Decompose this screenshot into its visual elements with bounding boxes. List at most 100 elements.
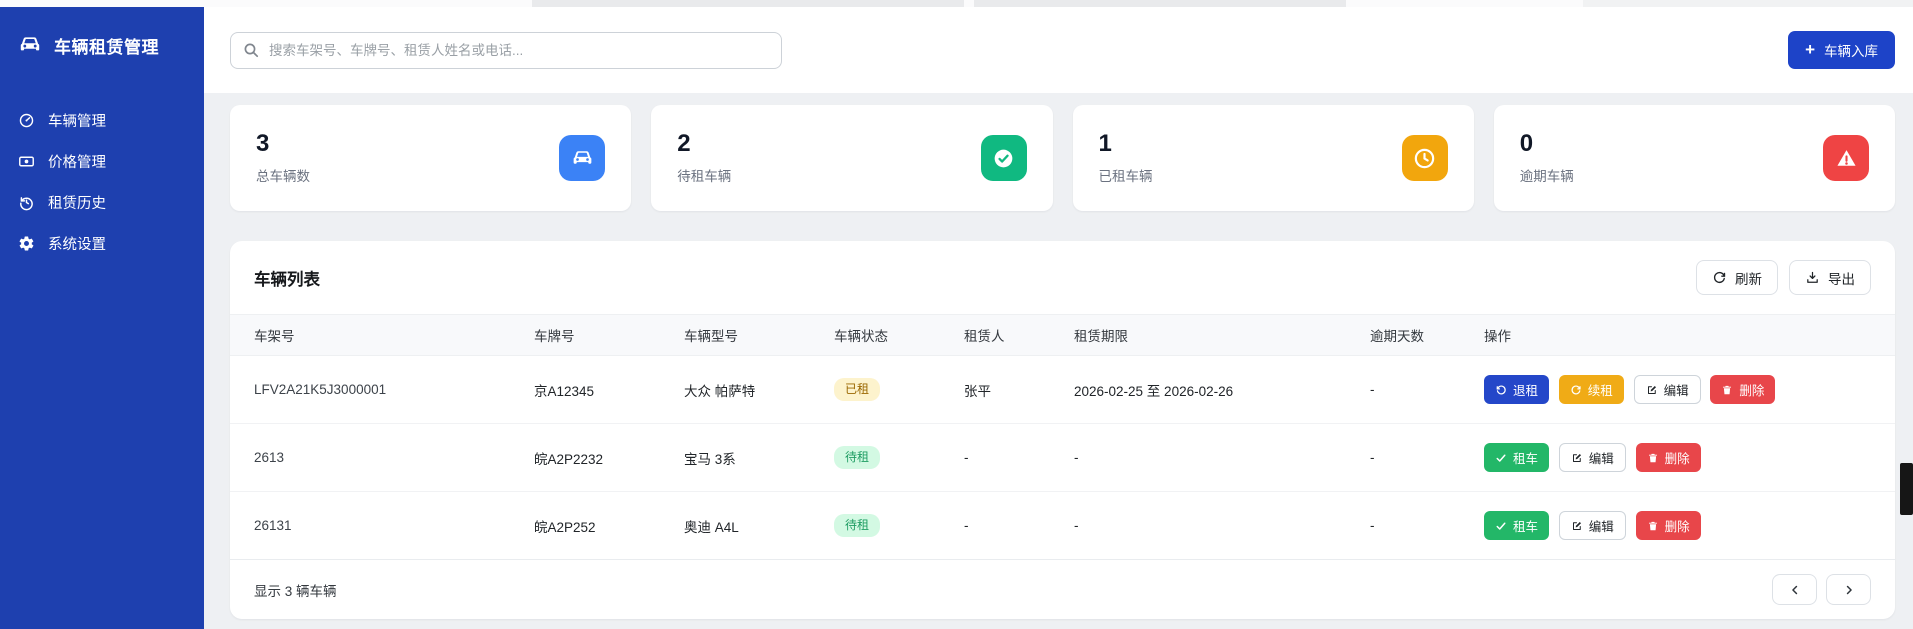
table-body: LFV2A21K5J3000001 京A12345 大众 帕萨特 已租 张平 2… (230, 356, 1895, 560)
status-badge: 待租 (834, 514, 880, 536)
rent-vehicle-button[interactable]: 租车 (1484, 443, 1549, 472)
edit-vehicle-button[interactable]: 编辑 (1559, 511, 1626, 540)
car-icon (17, 32, 43, 58)
top-bar: + 车辆入库 (204, 7, 1913, 93)
cell-vin: 2613 (230, 424, 534, 492)
status-badge: 已租 (834, 378, 880, 400)
col-renter: 租赁人 (964, 315, 1074, 356)
stat-card-total: 3 总车辆数 (230, 105, 631, 211)
cell-overdue: - (1370, 424, 1484, 492)
refresh-label: 刷新 (1735, 268, 1762, 288)
refresh-icon (1570, 384, 1582, 396)
prev-page-button[interactable] (1772, 574, 1817, 605)
app-title: 车辆租赁管理 (54, 33, 159, 58)
sidebar: 车辆租赁管理 车辆管理 价格管理 租赁历史 系统设置 (0, 7, 204, 629)
col-plate: 车牌号 (534, 315, 684, 356)
money-bill-icon (18, 153, 35, 170)
undo-icon (1495, 384, 1507, 396)
main-area: + 车辆入库 3 总车辆数 2 (204, 7, 1913, 629)
chrome-strip-segment (532, 0, 964, 7)
pagination (1772, 574, 1871, 605)
cell-period: 2026-02-25 至 2026-02-26 (1074, 356, 1370, 424)
sidebar-item-pricing[interactable]: 价格管理 (0, 141, 204, 182)
app-layout: 车辆租赁管理 车辆管理 价格管理 租赁历史 系统设置 (0, 7, 1913, 629)
list-header: 车辆列表 刷新 导出 (230, 241, 1895, 314)
browser-chrome-strip (0, 0, 1913, 7)
add-vehicle-button[interactable]: + 车辆入库 (1788, 31, 1895, 69)
cell-model: 大众 帕萨特 (684, 356, 834, 424)
stat-value: 3 (256, 131, 310, 157)
col-model: 车辆型号 (684, 315, 834, 356)
list-tools: 刷新 导出 (1696, 260, 1871, 295)
edit-icon (1571, 520, 1583, 532)
table-row: 2613 皖A2P2232 宝马 3系 待租 - - - 租车 (230, 424, 1895, 492)
rent-label: 租车 (1513, 448, 1538, 467)
trash-icon (1647, 520, 1659, 532)
edit-icon (1646, 384, 1658, 396)
delete-vehicle-button[interactable]: 删除 (1710, 375, 1775, 404)
cell-actions: 租车 编辑 删除 (1484, 492, 1895, 560)
sidebar-item-vehicles[interactable]: 车辆管理 (0, 100, 204, 141)
vehicle-table: 车架号 车牌号 车辆型号 车辆状态 租赁人 租赁期限 逾期天数 操作 LFV2 (230, 314, 1895, 559)
edit-vehicle-button[interactable]: 编辑 (1634, 375, 1701, 404)
check-icon (1495, 452, 1507, 464)
download-icon (1805, 270, 1820, 285)
cell-renter: 张平 (964, 356, 1074, 424)
cell-model: 奥迪 A4L (684, 492, 834, 560)
cell-actions: 退租 续租 编辑 (1484, 356, 1895, 424)
cell-vin: 26131 (230, 492, 534, 560)
search-box (230, 32, 782, 69)
cell-period: - (1074, 492, 1370, 560)
sidebar-item-history[interactable]: 租赁历史 (0, 182, 204, 223)
renew-label: 续租 (1588, 380, 1613, 399)
stat-card-available: 2 待租车辆 (651, 105, 1052, 211)
status-badge: 待租 (834, 446, 880, 468)
edit-label: 编辑 (1589, 516, 1614, 535)
renew-vehicle-button[interactable]: 续租 (1559, 375, 1624, 404)
plus-icon: + (1805, 41, 1815, 58)
col-overdue: 逾期天数 (1370, 315, 1484, 356)
cell-plate: 皖A2P252 (534, 492, 684, 560)
warning-triangle-icon (1823, 135, 1869, 181)
stat-label: 逾期车辆 (1520, 165, 1574, 185)
sidebar-nav: 车辆管理 价格管理 租赁历史 系统设置 (0, 100, 204, 264)
sidebar-item-settings[interactable]: 系统设置 (0, 223, 204, 264)
col-status: 车辆状态 (834, 315, 964, 356)
history-icon (18, 194, 35, 211)
cell-actions: 租车 编辑 删除 (1484, 424, 1895, 492)
stat-value: 0 (1520, 131, 1574, 157)
return-vehicle-button[interactable]: 退租 (1484, 375, 1549, 404)
gear-icon (18, 235, 35, 252)
scrollbar-thumb[interactable] (1900, 463, 1913, 515)
cell-renter: - (964, 424, 1074, 492)
rent-label: 租车 (1513, 516, 1538, 535)
list-title: 车辆列表 (254, 266, 320, 290)
sidebar-item-label: 租赁历史 (48, 192, 106, 213)
cell-status: 待租 (834, 424, 964, 492)
stat-label: 总车辆数 (256, 165, 310, 185)
export-label: 导出 (1828, 268, 1855, 288)
stat-label: 已租车辆 (1099, 165, 1153, 185)
check-icon (1495, 520, 1507, 532)
cell-plate: 皖A2P2232 (534, 424, 684, 492)
sidebar-item-label: 车辆管理 (48, 110, 106, 131)
export-button[interactable]: 导出 (1789, 260, 1871, 295)
next-page-button[interactable] (1826, 574, 1871, 605)
car-icon (559, 135, 605, 181)
refresh-icon (1712, 270, 1727, 285)
cell-renter: - (964, 492, 1074, 560)
table-row: 26131 皖A2P252 奥迪 A4L 待租 - - - 租车 (230, 492, 1895, 560)
col-vin: 车架号 (230, 315, 534, 356)
add-vehicle-label: 车辆入库 (1824, 40, 1878, 60)
cell-status: 已租 (834, 356, 964, 424)
list-footer: 显示 3 辆车辆 (230, 559, 1895, 619)
refresh-button[interactable]: 刷新 (1696, 260, 1778, 295)
rent-vehicle-button[interactable]: 租车 (1484, 511, 1549, 540)
delete-vehicle-button[interactable]: 删除 (1636, 511, 1701, 540)
stat-card-rented: 1 已租车辆 (1073, 105, 1474, 211)
delete-vehicle-button[interactable]: 删除 (1636, 443, 1701, 472)
search-input[interactable] (230, 32, 782, 69)
chrome-strip-segment (1583, 0, 1913, 7)
edit-vehicle-button[interactable]: 编辑 (1559, 443, 1626, 472)
trash-icon (1721, 384, 1733, 396)
